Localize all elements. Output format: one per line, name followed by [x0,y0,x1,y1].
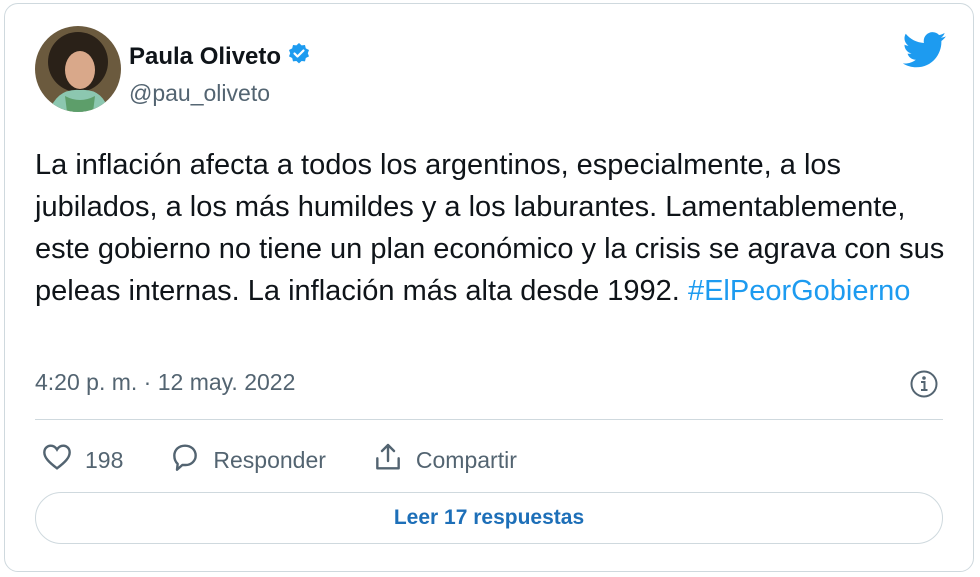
tweet-text: La inflación afecta a todos los argentin… [35,144,960,312]
verified-badge-icon [287,42,311,71]
share-button[interactable]: Compartir [372,441,517,479]
divider [35,419,943,420]
like-button[interactable]: 198 [41,441,123,479]
tweet-timestamp[interactable]: 4:20 p. m. · 12 may. 2022 [35,369,295,396]
reply-icon [169,441,201,479]
share-icon [372,441,404,479]
reply-label: Responder [213,446,326,473]
read-replies-button[interactable]: Leer 17 respuestas [35,492,943,544]
hashtag-link[interactable]: #ElPeorGobierno [688,275,910,307]
twitter-bird-icon[interactable] [902,32,947,68]
author-name[interactable]: Paula Oliveto [129,43,281,71]
like-count: 198 [85,446,124,473]
info-icon[interactable] [909,369,939,399]
author-name-row[interactable]: Paula Oliveto [129,42,311,71]
heart-icon [41,441,73,479]
share-label: Compartir [415,446,517,473]
tweet-card: Paula Oliveto @pau_oliveto La inflación … [4,3,974,572]
author-handle[interactable]: @pau_oliveto [129,80,270,107]
action-bar: 198 Responder Compartir [41,441,563,479]
reply-button[interactable]: Responder [169,441,326,479]
avatar[interactable] [35,26,121,112]
